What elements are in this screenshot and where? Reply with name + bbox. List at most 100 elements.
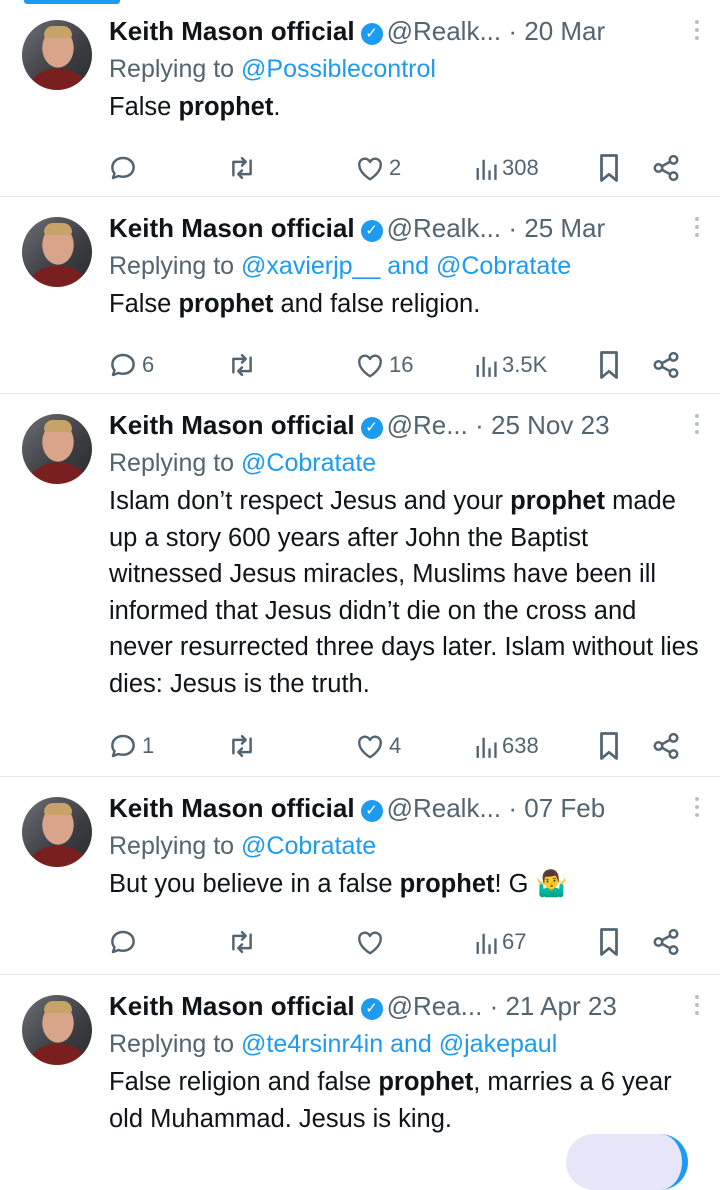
tweet-header: Keith Mason official ✓ @Realk... · 25 Mar — [109, 209, 699, 247]
like-button[interactable]: 16 — [355, 345, 413, 385]
heart-icon — [355, 154, 385, 182]
views-icon — [474, 155, 498, 181]
retweet-button[interactable] — [226, 922, 262, 962]
heart-icon — [355, 928, 385, 956]
tweet-text-segment: False — [109, 93, 179, 121]
retweet-button[interactable] — [226, 148, 262, 188]
highlighted-keyword: prophet — [178, 290, 274, 318]
author-handle[interactable]: @Realk... — [387, 213, 502, 243]
tweet-date[interactable]: · 25 Nov 23 — [475, 410, 609, 440]
reply-count: 1 — [142, 733, 155, 758]
reply-mentions-link[interactable]: @xavierjp__ and @Cobratate — [241, 252, 571, 280]
author-handle[interactable]: @Re... — [387, 410, 468, 440]
tweet-actions: 2 308 — [109, 148, 689, 188]
avatar[interactable] — [22, 20, 92, 90]
replying-to-label: Replying to — [109, 449, 242, 477]
author-name[interactable]: Keith Mason official — [109, 213, 355, 243]
highlighted-keyword: prophet — [399, 870, 495, 898]
more-icon[interactable] — [695, 995, 699, 1019]
tweet-item[interactable]: Keith Mason official ✓ @Realk... · 25 Mar … — [0, 197, 720, 394]
reply-button[interactable]: 1 — [108, 726, 154, 766]
highlighted-keyword: prophet — [178, 93, 274, 121]
tweet-text-segment: and false religion. — [273, 290, 481, 318]
tweet-item[interactable]: Keith Mason official ✓ @Realk... · 20 Mar … — [0, 0, 720, 197]
tweet-item[interactable]: Keith Mason official ✓ @Realk... · 07 Feb … — [0, 777, 720, 975]
tweet-text-segment: made up a story 600 years after John the… — [109, 487, 699, 698]
like-button[interactable]: 4 — [355, 726, 401, 766]
reply-button[interactable]: 6 — [108, 345, 154, 385]
tweet-text-segment: . — [273, 93, 281, 121]
avatar[interactable] — [22, 995, 92, 1065]
share-icon — [651, 731, 681, 761]
retweet-icon — [226, 350, 258, 380]
reply-button[interactable] — [108, 922, 142, 962]
more-icon[interactable] — [695, 797, 699, 821]
retweet-icon — [226, 153, 258, 183]
bookmark-button[interactable] — [596, 148, 622, 188]
bookmark-icon — [596, 350, 622, 380]
tweet-date[interactable]: · 21 Apr 23 — [490, 991, 617, 1021]
author-handle[interactable]: @Realk... — [387, 16, 502, 46]
share-button[interactable] — [651, 148, 681, 188]
avatar[interactable] — [22, 797, 92, 867]
tweet-date[interactable]: · 20 Mar — [508, 16, 605, 46]
share-button[interactable] — [651, 726, 681, 766]
reply-mentions-link[interactable]: @te4rsinr4in and @jakepaul — [241, 1030, 557, 1058]
reply-icon — [108, 153, 138, 183]
author-name[interactable]: Keith Mason official — [109, 410, 355, 440]
tweet-date[interactable]: · 07 Feb — [508, 793, 605, 823]
highlighted-keyword: prophet — [510, 487, 606, 515]
tweet-text: But you believe in a false prophet! G 🤷‍… — [109, 866, 699, 903]
replying-to-label: Replying to — [109, 252, 242, 280]
replying-to: Replying to @te4rsinr4in and @jakepaul — [109, 1025, 699, 1063]
retweet-button[interactable] — [226, 345, 262, 385]
more-icon[interactable] — [695, 414, 699, 438]
tweet-date[interactable]: · 25 Mar — [508, 213, 605, 243]
avatar[interactable] — [22, 217, 92, 287]
tweet-text-segment: False — [109, 290, 179, 318]
verified-badge-icon: ✓ — [360, 800, 383, 822]
avatar[interactable] — [22, 414, 92, 484]
tweet-text-segment: But you believe in a false — [109, 870, 400, 898]
bookmark-icon — [596, 927, 622, 957]
retweet-button[interactable] — [226, 726, 262, 766]
bookmark-button[interactable] — [596, 726, 622, 766]
reply-count: 6 — [142, 352, 155, 377]
bookmark-button[interactable] — [596, 345, 622, 385]
replying-to: Replying to @Cobratate — [109, 827, 699, 865]
views-button[interactable]: 3.5K — [474, 345, 547, 385]
views-button[interactable]: 67 — [474, 922, 526, 962]
author-handle[interactable]: @Realk... — [387, 793, 502, 823]
reply-mentions-link[interactable]: @Possiblecontrol — [241, 55, 436, 83]
like-button[interactable] — [355, 922, 389, 962]
more-icon[interactable] — [695, 217, 699, 241]
views-count: 308 — [502, 155, 539, 180]
tweet-header: Keith Mason official ✓ @Realk... · 07 Feb — [109, 789, 699, 827]
highlighted-keyword: prophet — [378, 1068, 474, 1096]
views-button[interactable]: 308 — [474, 148, 539, 188]
tweet-header: Keith Mason official ✓ @Rea... · 21 Apr 23 — [109, 987, 699, 1025]
author-name[interactable]: Keith Mason official — [109, 16, 355, 46]
verified-badge-icon: ✓ — [360, 220, 383, 242]
reply-button[interactable] — [108, 148, 142, 188]
reply-mentions-link[interactable]: @Cobratate — [241, 832, 376, 860]
views-icon — [474, 733, 498, 759]
compose-fab-button[interactable] — [566, 1134, 688, 1190]
author-name[interactable]: Keith Mason official — [109, 991, 355, 1021]
tweet-text: False religion and false prophet, marrie… — [109, 1064, 699, 1137]
verified-badge-icon: ✓ — [360, 417, 383, 439]
share-button[interactable] — [651, 345, 681, 385]
views-button[interactable]: 638 — [474, 726, 539, 766]
tweet-header: Keith Mason official ✓ @Realk... · 20 Mar — [109, 12, 699, 50]
reply-mentions-link[interactable]: @Cobratate — [241, 449, 376, 477]
tweet-actions: 67 — [109, 922, 689, 962]
author-handle[interactable]: @Rea... — [387, 991, 483, 1021]
share-button[interactable] — [651, 922, 681, 962]
bookmark-button[interactable] — [596, 922, 622, 962]
like-button[interactable]: 2 — [355, 148, 401, 188]
bookmark-icon — [596, 731, 622, 761]
reply-icon — [108, 731, 138, 761]
more-icon[interactable] — [695, 20, 699, 44]
tweet-item[interactable]: Keith Mason official ✓ @Re... · 25 Nov 23 … — [0, 394, 720, 777]
author-name[interactable]: Keith Mason official — [109, 793, 355, 823]
